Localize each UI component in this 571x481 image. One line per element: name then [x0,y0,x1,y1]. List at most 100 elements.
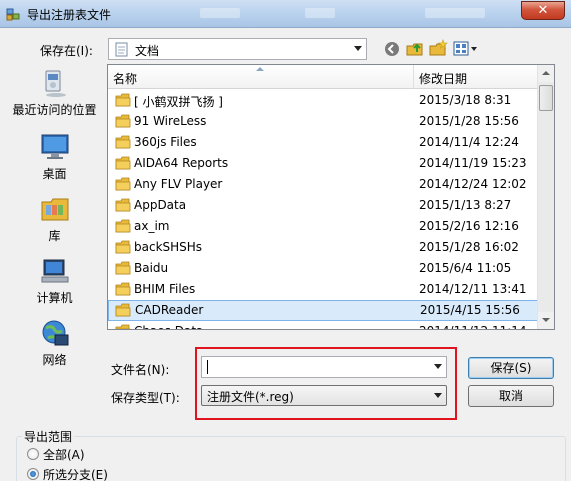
file-list[interactable]: 名称 修改日期 [ 小鹤双拼飞扬 ] 2015/3/18 8:31 91 WireL… [107,64,555,330]
column-divider[interactable] [413,65,414,89]
file-date: 2015/1/28 16:02 [419,240,519,254]
place-recent[interactable]: 最近访问的位置 [6,68,103,118]
back-icon[interactable] [382,39,402,59]
file-date: 2014/12/24 12:02 [419,177,527,191]
file-date: 2015/4/15 15:56 [420,303,520,317]
file-date: 2015/1/13 8:27 [419,198,512,212]
table-row[interactable]: 91 WireLess 2015/1/28 15:56 [108,111,538,132]
place-desktop[interactable]: 桌面 [6,132,103,182]
table-row[interactable]: backSHSHs 2015/1/28 16:02 [108,237,538,258]
folder-icon [115,156,131,173]
filename-label: 文件名(N): [111,363,170,377]
file-name: AIDA64 Reports [134,156,229,170]
folder-icon [115,324,131,329]
file-rows: [ 小鹤双拼飞扬 ] 2015/3/18 8:31 91 WireLess 2015/… [108,90,538,329]
scroll-up-icon [542,71,550,75]
table-row[interactable]: [ 小鹤双拼飞扬 ] 2015/3/18 8:31 [108,90,538,111]
file-date: 2014/11/19 15:23 [419,156,527,170]
folder-icon [115,240,131,257]
list-header: 名称 修改日期 [108,65,538,89]
regedit-app-icon [6,8,20,21]
file-date: 2015/1/28 15:56 [419,114,519,128]
place-network[interactable]: 网络 [6,318,103,368]
scroll-thumb[interactable] [539,85,553,111]
table-row[interactable]: Chaos Data 2014/11/12 11:14 [108,321,538,329]
file-name: backSHSHs [134,240,203,254]
blurred-background [200,8,240,18]
file-name: Any FLV Player [134,177,223,191]
documents-icon [115,42,128,57]
folder-icon [115,93,131,110]
file-date: 2015/3/18 8:31 [419,93,512,107]
places-bar: 最近访问的位置 桌面 库 计算机 网络 [6,64,103,380]
table-row[interactable]: AIDA64 Reports 2014/11/19 15:23 [108,153,538,174]
folder-icon [115,177,131,194]
file-name: AppData [134,198,187,212]
file-date: 2014/11/4 12:24 [419,135,519,149]
table-row[interactable]: AppData 2015/1/13 8:27 [108,195,538,216]
file-name: 360js Files [134,135,197,149]
window-title: 导出注册表文件 [27,8,112,22]
view-menu-icon[interactable] [452,39,480,59]
annotation-highlight-box [195,347,457,420]
save-button[interactable]: 保存(S) [468,357,554,379]
scroll-down-icon [542,318,550,322]
radio-all-label[interactable]: 全部(A) [43,446,85,463]
blurred-background [305,8,335,18]
folder-icon [115,198,131,215]
filetype-label: 保存类型(T): [111,391,180,405]
file-name: 91 WireLess [134,114,207,128]
file-date: 2015/2/16 12:16 [419,219,519,233]
folder-icon [115,303,131,320]
file-date: 2014/11/12 11:14 [419,324,527,329]
up-folder-icon[interactable] [405,39,425,59]
save-in-value: 文档 [135,44,160,58]
table-row[interactable]: 360js Files 2014/11/4 12:24 [108,132,538,153]
save-in-label: 保存在(I): [40,44,93,58]
table-row[interactable]: CADReader 2015/4/15 15:56 [108,300,538,321]
export-range-title: 导出范围 [22,428,75,445]
table-row[interactable]: Any FLV Player 2014/12/24 12:02 [108,174,538,195]
vertical-scrollbar[interactable] [537,65,554,329]
network-icon [42,320,68,346]
folder-icon [115,261,131,278]
folder-icon [115,282,131,299]
file-name: ax_im [134,219,170,233]
radio-selected-branch-label[interactable]: 所选分支(E) [43,466,108,481]
title-bar: 导出注册表文件 ✕ [0,0,571,28]
libraries-icon [41,198,68,221]
column-name[interactable]: 名称 [113,70,137,87]
table-row[interactable]: Baidu 2015/6/4 11:05 [108,258,538,279]
file-date: 2014/12/11 13:41 [419,282,527,296]
computer-icon [41,259,68,283]
sort-ascending-icon [256,67,264,71]
radio-selected-branch[interactable] [27,468,39,480]
file-name: Chaos Data [134,324,203,329]
recent-places-icon [45,70,66,97]
desktop-icon [41,134,68,159]
chevron-down-icon [354,46,362,51]
folder-icon [115,219,131,236]
file-name: [ 小鹤双拼飞扬 ] [134,95,223,109]
folder-icon [115,135,131,152]
new-folder-icon[interactable] [428,39,448,59]
file-name: BHIM Files [134,282,196,296]
cancel-button[interactable]: 取消 [468,385,554,407]
folder-icon [115,114,131,131]
export-range-group: 导出范围 全部(A) 所选分支(E) [0,428,571,481]
file-name: CADReader [135,303,204,317]
close-button[interactable]: ✕ [521,1,565,20]
table-row[interactable]: BHIM Files 2014/12/11 13:41 [108,279,538,300]
table-row[interactable]: ax_im 2015/2/16 12:16 [108,216,538,237]
radio-all[interactable] [27,448,39,460]
file-date: 2015/6/4 11:05 [419,261,512,275]
scroll-up-button[interactable] [538,65,554,82]
file-name: Baidu [134,261,169,275]
scroll-down-button[interactable] [538,312,554,329]
column-date[interactable]: 修改日期 [419,70,467,87]
place-libraries[interactable]: 库 [6,194,103,244]
blurred-background [425,8,485,18]
place-computer[interactable]: 计算机 [6,256,103,306]
save-in-dropdown[interactable]: 文档 [108,38,367,60]
close-icon: ✕ [537,3,549,18]
